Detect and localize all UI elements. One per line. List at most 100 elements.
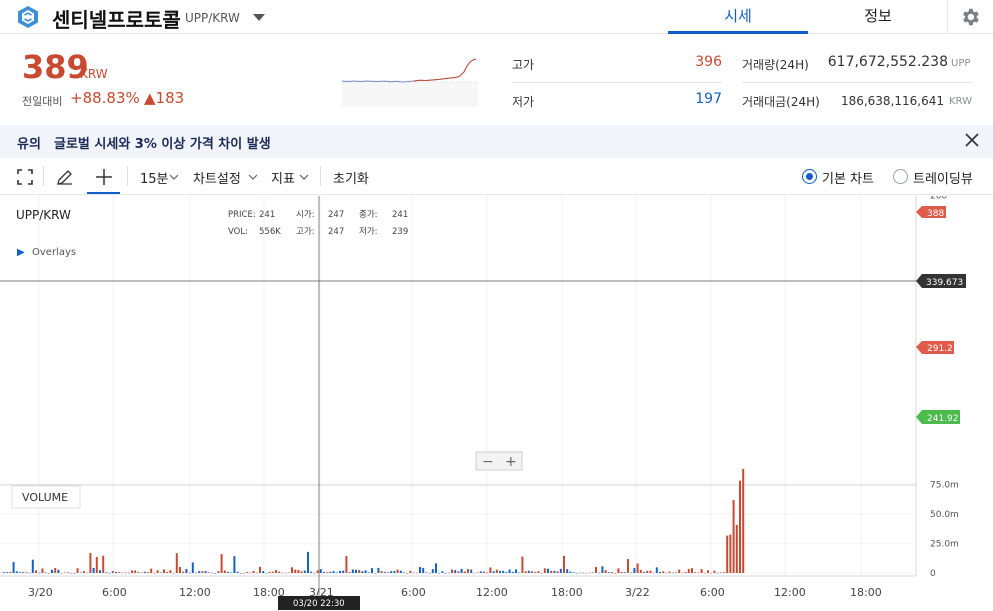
volume-bar bbox=[623, 572, 626, 573]
volume-bar bbox=[582, 572, 585, 574]
volume-bar bbox=[390, 571, 393, 573]
volume-bar bbox=[185, 568, 188, 573]
pair-label: UPP/KRW bbox=[185, 11, 240, 25]
volume-bar bbox=[479, 571, 482, 573]
volume-bar bbox=[575, 572, 578, 574]
volume-bar bbox=[591, 572, 594, 573]
volume-bar bbox=[620, 571, 623, 573]
volume-bar bbox=[483, 571, 485, 573]
divider bbox=[320, 166, 321, 186]
volume-bar bbox=[668, 571, 671, 573]
zoom-in-icon[interactable]: + bbox=[505, 454, 517, 470]
info-price-value: 241 bbox=[259, 210, 275, 220]
volume-bar bbox=[473, 572, 476, 574]
volume-bar bbox=[531, 571, 533, 573]
indicators-button[interactable]: 지표 bbox=[271, 168, 295, 187]
volume-bar bbox=[723, 572, 725, 573]
volume-bar bbox=[659, 571, 661, 573]
volume-bar bbox=[95, 556, 98, 573]
overlays-triangle-icon[interactable]: ▶ bbox=[17, 247, 25, 258]
volume-bar bbox=[166, 571, 169, 573]
volume-bar bbox=[643, 572, 645, 573]
trading-view-label[interactable]: 트레이딩뷰 bbox=[913, 168, 973, 187]
volume-bar bbox=[121, 572, 124, 574]
fullscreen-icon[interactable] bbox=[15, 167, 35, 187]
volume-bar bbox=[294, 569, 297, 573]
volume-bar bbox=[451, 569, 453, 573]
info-open-value: 247 bbox=[328, 210, 344, 220]
volume-bar bbox=[15, 571, 18, 573]
volume-bar bbox=[281, 572, 284, 574]
overlays-toggle[interactable]: Overlays bbox=[32, 247, 76, 258]
volume-bar bbox=[262, 571, 265, 573]
volume-bar bbox=[716, 572, 719, 574]
volume-bar bbox=[447, 572, 450, 574]
volume-bar bbox=[175, 553, 178, 573]
volume-bar bbox=[419, 567, 421, 573]
volume-bar bbox=[220, 554, 223, 573]
volume-bar bbox=[201, 571, 204, 573]
chart-toolbar: 15분 차트설정 지표 초기화 기본 차트 트레이딩뷰 bbox=[0, 158, 993, 195]
close-icon[interactable] bbox=[962, 130, 982, 150]
volume-bar bbox=[588, 572, 591, 574]
volume-bar bbox=[547, 568, 549, 573]
crosshair-icon[interactable] bbox=[94, 167, 114, 187]
volume-bar bbox=[726, 535, 729, 573]
volume-bar bbox=[252, 570, 255, 573]
info-close-label: 종가: bbox=[359, 210, 378, 220]
interval-select[interactable]: 15분 bbox=[140, 168, 169, 187]
volume-bar bbox=[671, 572, 674, 574]
volume-24h-unit: UPP bbox=[951, 58, 971, 69]
pencil-icon[interactable] bbox=[55, 167, 75, 187]
candlestick-chart[interactable]: UPP/KRW ▶ Overlays PRICE: 241 시가: 247 종가… bbox=[0, 196, 993, 611]
info-high-value: 247 bbox=[328, 227, 344, 237]
coin-logo-icon bbox=[18, 6, 38, 28]
volume-bar bbox=[732, 499, 735, 573]
volume-bar bbox=[316, 570, 319, 573]
volume-bar bbox=[428, 572, 431, 574]
volume-bar bbox=[495, 569, 498, 573]
zoom-controls[interactable]: − + bbox=[475, 451, 523, 471]
volume-tick: 50.0m bbox=[930, 510, 959, 520]
volume-bar bbox=[211, 572, 213, 574]
volume-bar bbox=[566, 569, 569, 573]
volume-bar bbox=[233, 556, 236, 573]
volume-bar bbox=[326, 572, 329, 573]
info-high-label: 고가: bbox=[296, 227, 315, 237]
volume-bar bbox=[99, 570, 101, 573]
notice-banner: 유의 글로벌 시세와 3% 이상 가격 차이 발생 bbox=[0, 125, 993, 158]
volume-bar bbox=[12, 562, 15, 573]
volume-bar bbox=[627, 559, 629, 573]
basic-chart-label[interactable]: 기본 차트 bbox=[822, 168, 874, 187]
volume-bar bbox=[422, 567, 425, 573]
volume-bar bbox=[169, 570, 172, 573]
svg-text:03/20 22:30: 03/20 22:30 bbox=[293, 599, 345, 609]
trading-view-radio[interactable] bbox=[893, 169, 908, 184]
reset-button[interactable]: 초기화 bbox=[333, 168, 369, 187]
tab-info[interactable]: 정보 bbox=[808, 0, 948, 34]
volume-bar bbox=[713, 570, 716, 573]
volume-24h-label: 거래량(24H) bbox=[742, 58, 809, 72]
basic-chart-radio[interactable] bbox=[802, 169, 817, 184]
chart-settings-button[interactable]: 차트설정 bbox=[193, 168, 241, 187]
volume-bar bbox=[511, 571, 514, 573]
gear-icon[interactable] bbox=[959, 6, 981, 28]
volume-bar bbox=[361, 571, 364, 573]
divider bbox=[742, 82, 972, 83]
chevron-down-icon bbox=[169, 174, 179, 180]
volume-bar bbox=[367, 572, 370, 573]
tab-market[interactable]: 시세 bbox=[668, 0, 808, 34]
svg-text:339.673: 339.673 bbox=[926, 278, 963, 288]
volume-bar bbox=[54, 567, 57, 573]
zoom-out-icon[interactable]: − bbox=[482, 454, 494, 470]
time-tick: 6:00 bbox=[700, 586, 725, 599]
volume-bar bbox=[214, 572, 217, 574]
volume-bar bbox=[521, 556, 524, 573]
volume-bar bbox=[143, 571, 146, 573]
volume-bar bbox=[44, 572, 47, 573]
volume-bar bbox=[275, 570, 277, 573]
time-tick: 6:00 bbox=[102, 586, 127, 599]
volume-bar bbox=[601, 566, 604, 573]
volume-bar bbox=[70, 572, 73, 574]
caret-down-icon[interactable] bbox=[253, 14, 265, 21]
